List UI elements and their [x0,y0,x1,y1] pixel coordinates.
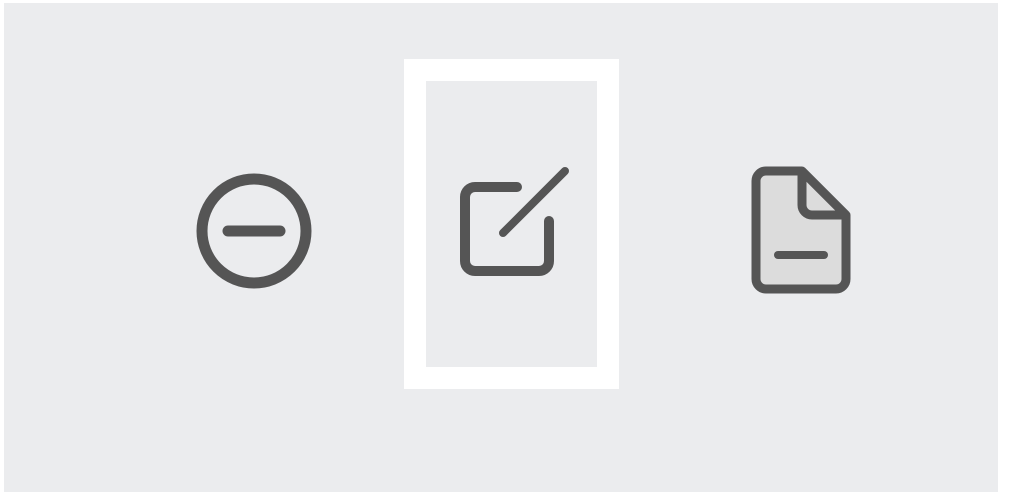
remove-button[interactable] [184,161,324,301]
icon-toolbar [4,3,998,492]
minus-circle-icon [192,169,316,293]
document-icon [744,163,856,297]
edit-button[interactable] [404,59,619,389]
edit-square-icon [447,159,577,289]
document-button[interactable] [730,155,870,305]
